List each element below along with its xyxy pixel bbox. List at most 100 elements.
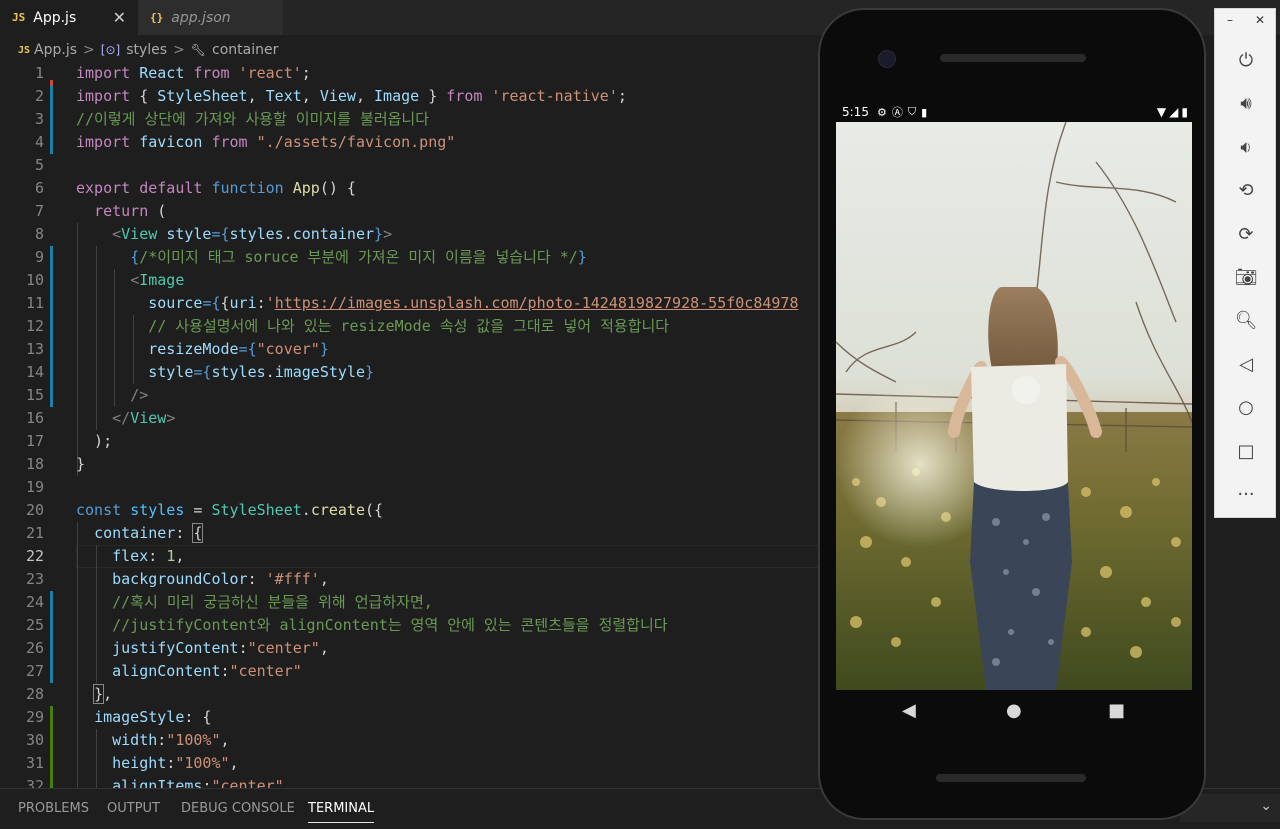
breadcrumb-container[interactable]: container (212, 42, 278, 58)
rotate-right-icon[interactable]: ⟳ (1235, 223, 1257, 245)
chevron-down-icon[interactable]: ⌄ (1260, 798, 1272, 814)
code-token: resizeMode (148, 340, 239, 358)
power-icon[interactable]: ⏻ (1235, 49, 1257, 71)
code-line[interactable]: 29 imageStyle: { (0, 706, 820, 729)
volume-down-icon[interactable]: 🔉︎ (1235, 136, 1257, 158)
breadcrumb-file[interactable]: App.js (34, 42, 77, 58)
code-line[interactable]: 10 <Image (0, 269, 820, 292)
code-line[interactable]: 13 resizeMode={"cover"} (0, 338, 820, 361)
code-line[interactable]: 20 const styles = StyleSheet.create({ (0, 499, 820, 522)
code-line[interactable]: 16 </View> (0, 407, 820, 430)
code-token: < (130, 271, 140, 289)
json-file-icon: {} (150, 11, 164, 24)
code-line[interactable]: 25 //justifyContent와 alignContent는 영역 안에… (0, 614, 820, 637)
tab-app-js[interactable]: JS App.js ✕ (0, 0, 138, 35)
code-line[interactable]: 12 // 사용설명서에 나와 있는 resizeMode 속성 값을 그대로 … (0, 315, 820, 338)
tab-app-json[interactable]: {} app.json (138, 0, 283, 35)
code-line[interactable]: 14 style={styles.imageStyle} (0, 361, 820, 384)
code-line[interactable]: 7 return ( (0, 200, 820, 223)
a-icon: Ⓐ (891, 106, 903, 119)
settings-icon: ⚙ (876, 105, 887, 119)
code-line[interactable]: 5 (0, 154, 820, 177)
code-line[interactable]: 15 /> (0, 384, 820, 407)
git-gutter-mark (50, 384, 53, 407)
code-line[interactable]: 26 justifyContent:"center", (0, 637, 820, 660)
home-icon[interactable]: ○ (1235, 396, 1257, 418)
code-token: ' (265, 294, 275, 312)
code-token: style (166, 225, 212, 243)
code-token: favicon (130, 133, 212, 151)
code-line[interactable]: 24 //혹시 미리 궁금하신 분들을 위해 언급하자면, (0, 591, 820, 614)
breadcrumb: JS App.js > [⊙] styles > 🔧︎ container (0, 38, 820, 62)
wrench-icon: 🔧︎ (190, 43, 207, 57)
code-line[interactable]: 17 ); (0, 430, 820, 453)
code-line[interactable]: 19 (0, 476, 820, 499)
code-line[interactable]: 9 {/*이미지 태그 soruce 부분에 가져온 미지 이름을 넣습니다 *… (0, 246, 820, 269)
code-editor[interactable]: 1 import React from 'react'; 2 import { Sty… (0, 62, 820, 788)
volume-up-icon[interactable]: 🔊︎ (1235, 92, 1257, 114)
code-text: import { StyleSheet, Text, View, Image }… (76, 85, 627, 108)
line-number: 12 (25, 317, 44, 335)
code-line[interactable]: 23 backgroundColor: '#fff', (0, 568, 820, 591)
code-token: import (76, 87, 131, 105)
recents-icon[interactable]: ■ (1108, 700, 1125, 721)
rotate-left-icon[interactable]: ⟲ (1235, 179, 1257, 201)
line-number: 27 (25, 662, 44, 680)
code-line[interactable]: 30 width:"100%", (0, 729, 820, 752)
code-token: , (220, 731, 230, 749)
code-token: : (157, 731, 167, 749)
tab-problems[interactable]: PROBLEMS (18, 801, 89, 816)
zoom-icon[interactable]: 🔍︎ (1235, 309, 1258, 331)
breadcrumb-styles[interactable]: styles (126, 42, 167, 58)
code-line[interactable]: 6 export default function App() { (0, 177, 820, 200)
close-button[interactable]: ✕ (1255, 13, 1265, 27)
code-line[interactable]: 27 alignContent:"center" (0, 660, 820, 683)
code-token: from (193, 64, 230, 82)
code-line[interactable]: 2 import { StyleSheet, Text, View, Image … (0, 85, 820, 108)
tab-terminal[interactable]: TERMINAL (308, 801, 375, 823)
camera-icon[interactable]: 📷︎ (1235, 266, 1258, 288)
code-line[interactable]: 1 import React from 'react'; (0, 62, 820, 85)
close-icon[interactable]: ✕ (113, 8, 126, 27)
code-line[interactable]: 32 alignItems:"center" (0, 775, 820, 788)
code-line[interactable]: 8 <View style={styles.container}> (0, 223, 820, 246)
minimize-button[interactable]: – (1227, 13, 1233, 27)
tab-output[interactable]: OUTPUT (107, 801, 160, 816)
code-line[interactable]: 18} (0, 453, 820, 476)
code-line[interactable]: 28 }, (0, 683, 820, 706)
tab-debug-console[interactable]: DEBUG CONSOLE (181, 801, 295, 816)
git-gutter-mark (50, 752, 53, 775)
line-number: 28 (25, 685, 44, 703)
overview-icon[interactable]: □ (1235, 440, 1257, 462)
code-line[interactable]: 3 //이렇게 상단에 가져와 사용할 이미지를 불러옵니다 (0, 108, 820, 131)
code-line[interactable]: 31 height:"100%", (0, 752, 820, 775)
code-token: alignItems (112, 777, 203, 788)
code-line[interactable]: 11 source={{uri:'https://images.unsplash… (0, 292, 820, 315)
home-icon[interactable]: ● (1006, 700, 1022, 721)
line-number: 21 (25, 524, 44, 542)
code-line[interactable]: 22 flex: 1, (0, 545, 820, 568)
code-line[interactable]: 21 container: { (0, 522, 820, 545)
code-line[interactable]: 4 import favicon from "./assets/favicon.p… (0, 131, 820, 154)
code-token: App (292, 179, 320, 197)
code-token: https://images.unsplash.com/photo-142481… (274, 294, 799, 312)
code-token: : (247, 570, 266, 588)
back-icon[interactable]: ◁ (1235, 353, 1257, 375)
more-icon[interactable]: ··· (1235, 483, 1257, 505)
code-token: /> (130, 386, 149, 404)
git-gutter-mark (50, 292, 53, 315)
code-token: function (211, 179, 284, 197)
back-icon[interactable]: ◀ (902, 700, 916, 721)
code-token: : (256, 294, 266, 312)
code-text: <Image (76, 269, 184, 292)
code-token: styles (211, 363, 266, 381)
code-token: export (76, 179, 131, 197)
